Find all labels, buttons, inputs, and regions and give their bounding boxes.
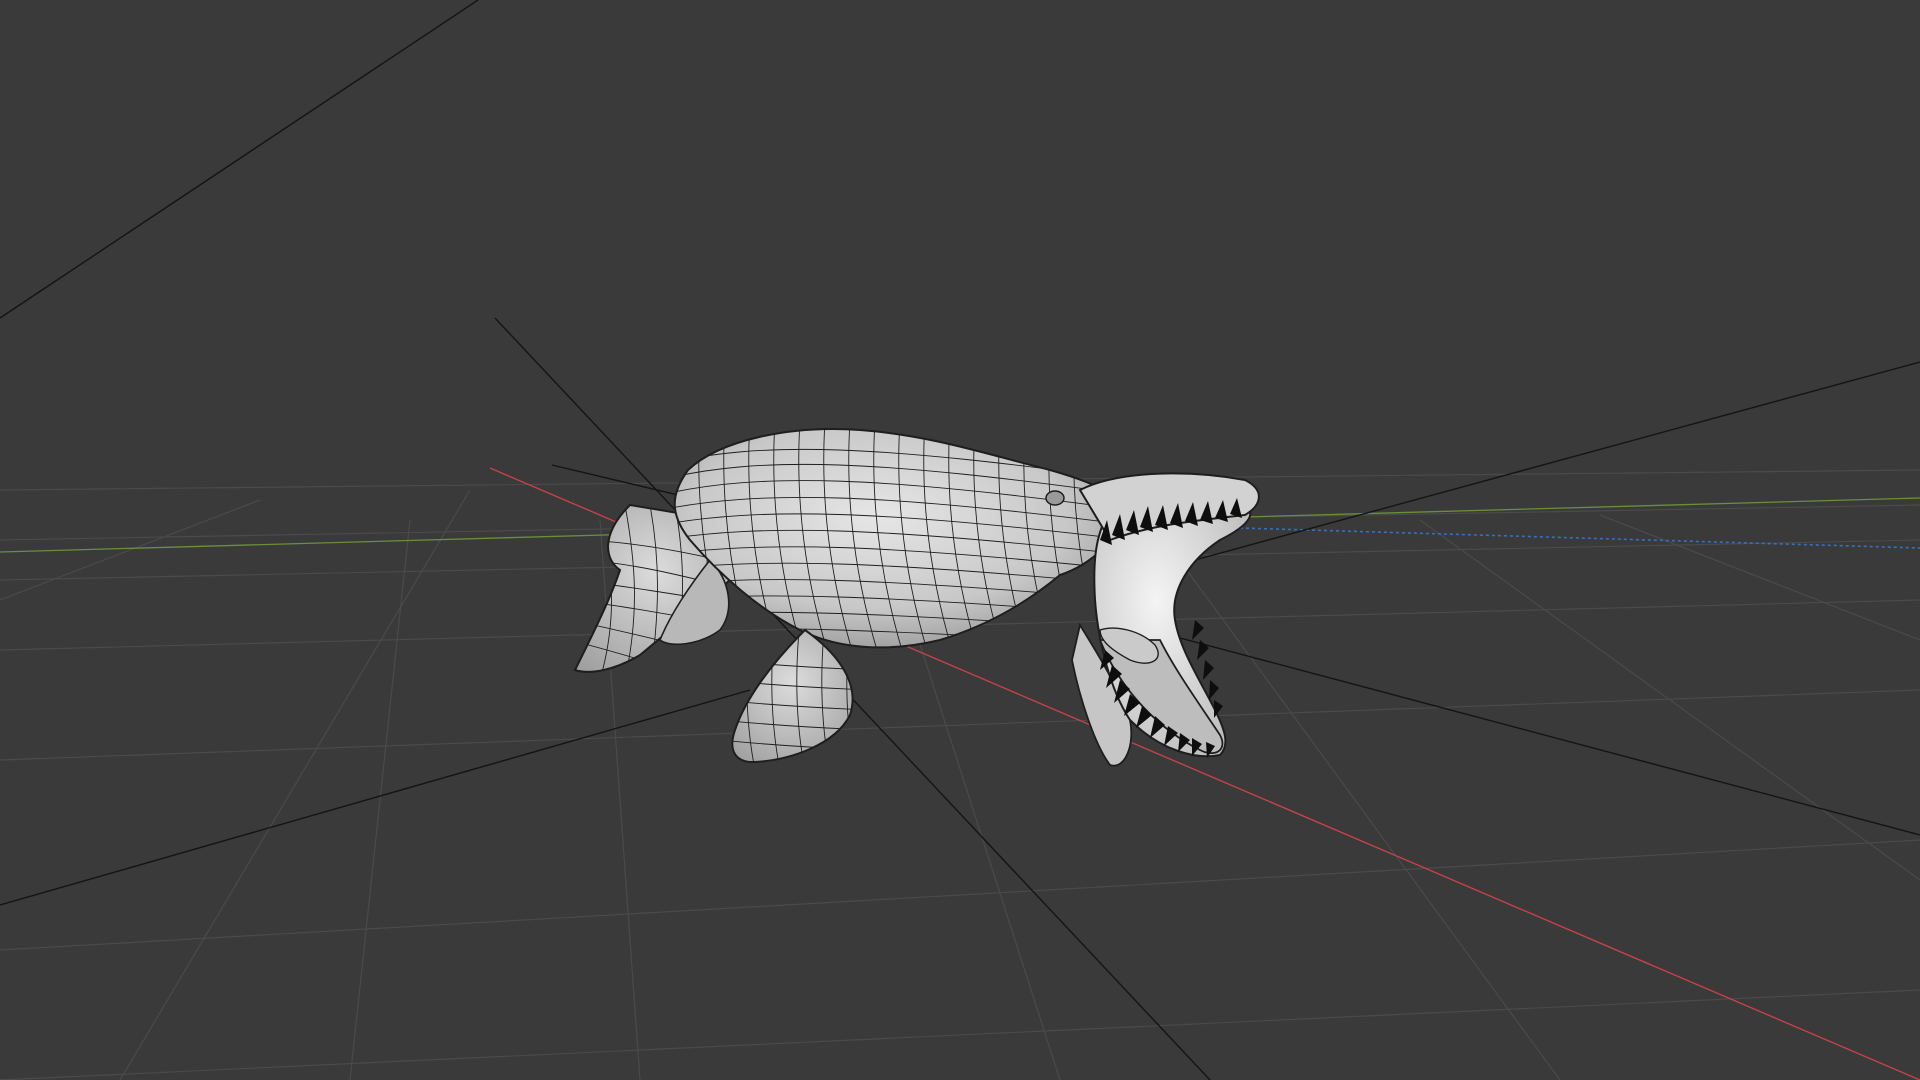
eye bbox=[1045, 490, 1065, 506]
body bbox=[673, 428, 1127, 649]
viewport-canvas[interactable] bbox=[0, 0, 1920, 1080]
mosasaurus-mesh[interactable] bbox=[570, 420, 1260, 770]
3d-viewport[interactable] bbox=[0, 0, 1920, 1080]
z-axis-line bbox=[1239, 527, 1920, 549]
